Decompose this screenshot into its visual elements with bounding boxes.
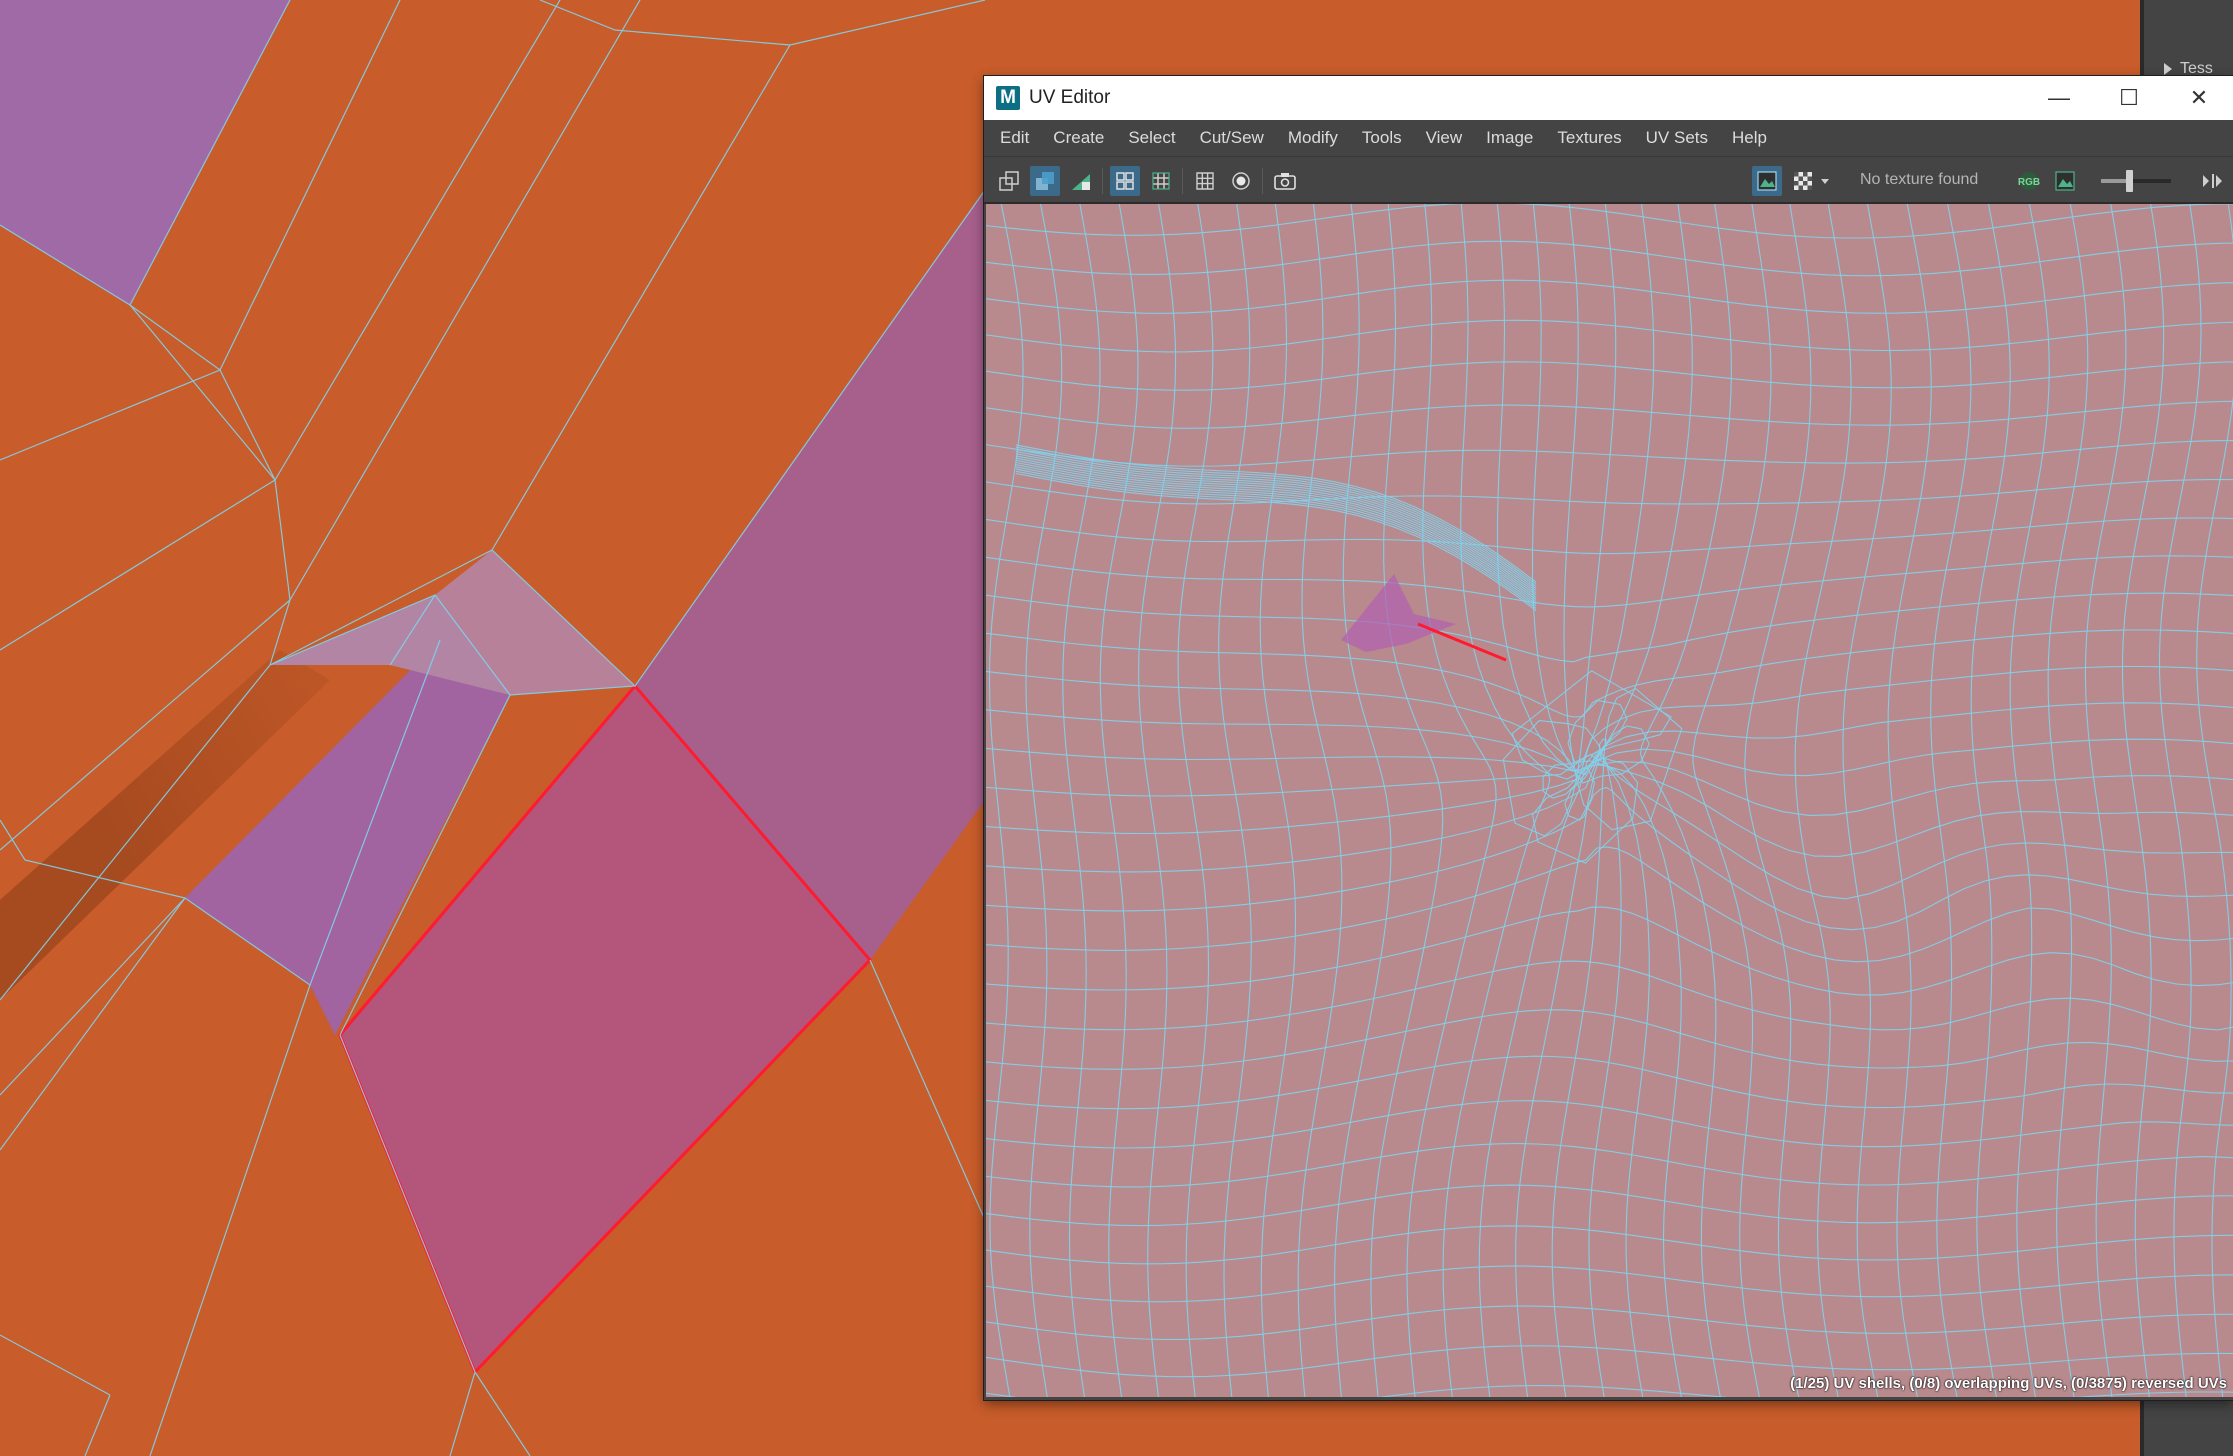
menu-help[interactable]: Help xyxy=(1720,120,1779,156)
distortion-icon[interactable] xyxy=(1066,166,1096,196)
minimize-button[interactable]: — xyxy=(2024,76,2094,120)
selected-uv-edge[interactable] xyxy=(1417,622,1507,662)
uv-edge-vertical xyxy=(2047,204,2089,1397)
uv-edge-vertical xyxy=(1502,204,1622,1397)
snapshot-icon[interactable] xyxy=(1270,166,1300,196)
uv-pinch-faces xyxy=(1341,574,1456,652)
uv-edge-horizontal xyxy=(986,960,2233,1031)
toolbar-overflow-icon[interactable] xyxy=(2196,166,2226,196)
grid-icon[interactable] xyxy=(1190,166,1220,196)
uv-edge-vertical xyxy=(1588,204,1693,1397)
uv-status-text: (1/25) UV shells, (0/8) overlapping UVs,… xyxy=(1790,1375,2227,1392)
uv-toolkit-icon[interactable] xyxy=(994,166,1024,196)
uv-edge-horizontal xyxy=(986,702,2233,821)
exposure-slider-handle[interactable] xyxy=(2126,170,2133,192)
uv-edge-horizontal xyxy=(986,738,2233,864)
menu-uv-sets[interactable]: UV Sets xyxy=(1634,120,1720,156)
uv-edge-vertical xyxy=(1842,204,1892,1397)
uv-edge-vertical xyxy=(1334,204,1392,1397)
uv-edge-vertical xyxy=(2084,204,2127,1397)
uv-canvas[interactable]: (1/25) UV shells, (0/8) overlapping UVs,… xyxy=(986,204,2233,1397)
uv-edge-horizontal xyxy=(986,629,2233,718)
uv-edge-horizontal xyxy=(986,846,2233,963)
uv-edge-horizontal xyxy=(986,1184,2233,1227)
shaded-uv-icon[interactable] xyxy=(1030,166,1060,196)
uv-edge-vertical xyxy=(1692,204,1772,1397)
exposure-slider[interactable] xyxy=(2101,170,2171,192)
uv-grid-snap-icon[interactable] xyxy=(1146,166,1176,196)
uv-edge-vertical xyxy=(1138,204,1177,1397)
uv-edge-horizontal xyxy=(986,517,2233,555)
image-display-icon[interactable] xyxy=(1752,166,1782,196)
uv-edge-horizontal xyxy=(986,1055,2233,1110)
uv-edge-horizontal xyxy=(986,240,2233,277)
menu-modify[interactable]: Modify xyxy=(1276,120,1350,156)
uv-edge-vertical xyxy=(1099,204,1139,1397)
exposure-slider-fill xyxy=(2101,179,2129,183)
close-button[interactable]: ✕ xyxy=(2164,76,2233,120)
menu-cut-sew[interactable]: Cut/Sew xyxy=(1188,120,1276,156)
uv-edge-vertical xyxy=(1370,204,1444,1397)
uv-edge-horizontal xyxy=(986,1305,2233,1340)
uv-edge-vertical xyxy=(1442,204,1551,1397)
menu-textures[interactable]: Textures xyxy=(1545,120,1633,156)
maximize-button[interactable]: ☐ xyxy=(2094,76,2164,120)
alpha-channel-icon[interactable] xyxy=(2050,166,2080,196)
menu-create[interactable]: Create xyxy=(1041,120,1116,156)
checker-icon[interactable] xyxy=(1788,166,1818,196)
uv-edge-horizontal xyxy=(986,1225,2233,1265)
uv-edge-vertical xyxy=(1542,204,1655,1397)
window-titlebar[interactable]: M UV Editor — ☐ ✕ xyxy=(984,76,2233,120)
menu-tools[interactable]: Tools xyxy=(1350,120,1414,156)
uv-edge-vertical xyxy=(1794,204,1852,1397)
uv-toolbar: No texture found RGB xyxy=(984,156,2233,204)
menu-image[interactable]: Image xyxy=(1474,120,1545,156)
pixel-snap-icon[interactable] xyxy=(1226,166,1256,196)
uv-edge-vertical xyxy=(2009,204,2050,1397)
menu-select[interactable]: Select xyxy=(1116,120,1187,156)
menu-edit[interactable]: Edit xyxy=(984,120,1041,156)
window-title: UV Editor xyxy=(1029,87,1111,108)
uv-edge-horizontal xyxy=(986,555,2233,608)
uv-edge-horizontal xyxy=(986,361,2233,391)
uv-edge-vertical xyxy=(1297,204,1343,1397)
rgb-channels-icon[interactable]: RGB xyxy=(2014,166,2044,196)
uv-edge-horizontal xyxy=(986,906,2233,996)
uv-edge-vertical xyxy=(1025,204,1063,1397)
texture-status-label: No texture found xyxy=(1860,171,1979,188)
menu-view[interactable]: View xyxy=(1414,120,1475,156)
dropdown-arrow-icon[interactable] xyxy=(1816,166,1834,196)
uv-editor-window[interactable]: M UV Editor — ☐ ✕ Edit Create Select Cut… xyxy=(984,76,2233,1400)
uv-wireframe xyxy=(986,204,2233,1397)
grid-uv-icon[interactable] xyxy=(1110,166,1140,196)
uv-edge-vertical xyxy=(2158,204,2202,1397)
uv-edge-vertical xyxy=(1887,204,1932,1397)
uv-edge-horizontal xyxy=(986,1265,2233,1303)
uv-edge-horizontal xyxy=(986,1345,2233,1378)
uv-edge-horizontal xyxy=(986,319,2233,353)
uv-edge-vertical xyxy=(2196,204,2233,1397)
rgb-label: RGB xyxy=(2018,177,2040,188)
uv-edge-vertical xyxy=(1177,204,1214,1397)
uv-edge-horizontal xyxy=(986,1142,2233,1188)
expand-arrow-icon xyxy=(2164,63,2172,75)
uv-edge-vertical xyxy=(1406,204,1497,1397)
uv-edge-horizontal xyxy=(986,204,2233,239)
menu-bar: Edit Create Select Cut/Sew Modify Tools … xyxy=(984,120,2233,156)
uv-edge-vertical xyxy=(2121,204,2165,1397)
maya-logo-icon: M xyxy=(996,86,1020,110)
